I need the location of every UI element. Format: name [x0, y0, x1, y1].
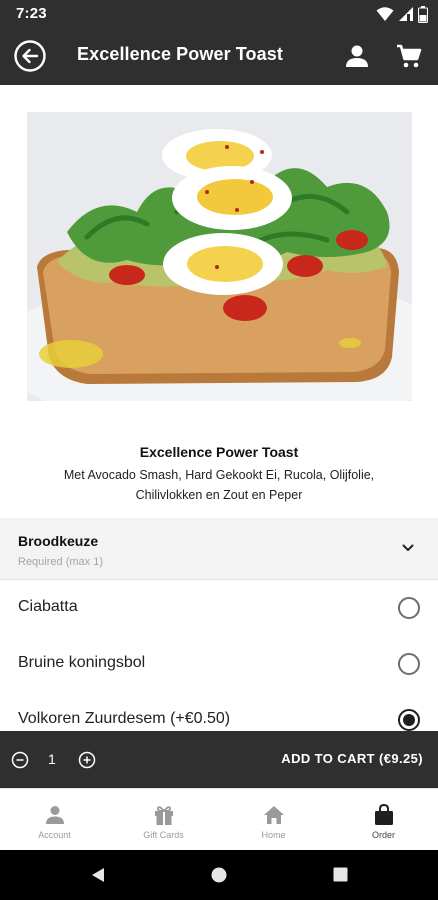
- page-title: Excellence Power Toast: [77, 44, 283, 64]
- back-button[interactable]: [13, 39, 47, 73]
- nav-item-home[interactable]: Home: [219, 789, 328, 851]
- battery-icon: [418, 5, 428, 23]
- option-bruine-koningsbol[interactable]: Bruine koningsbol: [0, 636, 438, 693]
- increment-button[interactable]: [78, 751, 96, 769]
- radio-button-selected[interactable]: [398, 709, 420, 731]
- system-back-icon[interactable]: [89, 866, 107, 884]
- nav-item-order[interactable]: Order: [329, 789, 438, 851]
- option-label: Volkoren Zuurdesem (+€0.50): [18, 710, 231, 727]
- nav-label: Home: [261, 830, 286, 840]
- status-time: 7:23: [16, 5, 47, 22]
- system-recents-icon[interactable]: [333, 867, 348, 882]
- section-header-broodkeuze[interactable]: Broodkeuze Required (max 1): [0, 518, 438, 580]
- option-label: Bruine koningsbol: [18, 654, 146, 671]
- quantity-value: 1: [48, 751, 56, 767]
- decrement-button[interactable]: [11, 751, 29, 769]
- signal-icon: [399, 7, 413, 21]
- account-icon[interactable]: [343, 42, 371, 70]
- nav-label: Order: [371, 830, 395, 840]
- nav-label: Gift Cards: [143, 830, 184, 840]
- gift-icon: [155, 806, 173, 825]
- nav-item-gift-cards[interactable]: Gift Cards: [109, 789, 218, 851]
- system-home-icon[interactable]: [211, 867, 227, 883]
- section-title: Broodkeuze: [18, 533, 99, 549]
- app-bar: Excellence Power Toast: [0, 27, 438, 85]
- system-nav-bar: [0, 850, 438, 900]
- chevron-down-icon: [402, 544, 414, 551]
- product-name: Excellence Power Toast: [139, 444, 299, 460]
- add-to-cart-bar: 1 ADD TO CART (€9.25): [0, 731, 438, 788]
- product-description: Met Avocado Smash, Hard Gekookt Ei, Ruco…: [63, 468, 375, 502]
- add-to-cart-button[interactable]: ADD TO CART (€9.25): [281, 751, 423, 766]
- option-ciabatta[interactable]: Ciabatta: [0, 580, 438, 637]
- status-icons: [376, 5, 428, 23]
- section-subtitle: Required (max 1): [18, 556, 103, 568]
- option-label: Ciabatta: [18, 598, 78, 615]
- nav-label: Account: [38, 830, 71, 840]
- radio-button[interactable]: [398, 653, 420, 675]
- product-image: [27, 112, 412, 401]
- status-bar: 7:23: [0, 0, 438, 27]
- home-icon: [264, 806, 284, 824]
- radio-button[interactable]: [398, 597, 420, 619]
- shopping-bag-icon: [375, 803, 393, 825]
- person-icon: [46, 806, 64, 824]
- wifi-icon: [376, 7, 394, 21]
- nav-item-account[interactable]: Account: [0, 789, 109, 851]
- cart-icon[interactable]: [395, 42, 423, 70]
- bottom-nav: Account Gift Cards Home Order: [0, 788, 438, 850]
